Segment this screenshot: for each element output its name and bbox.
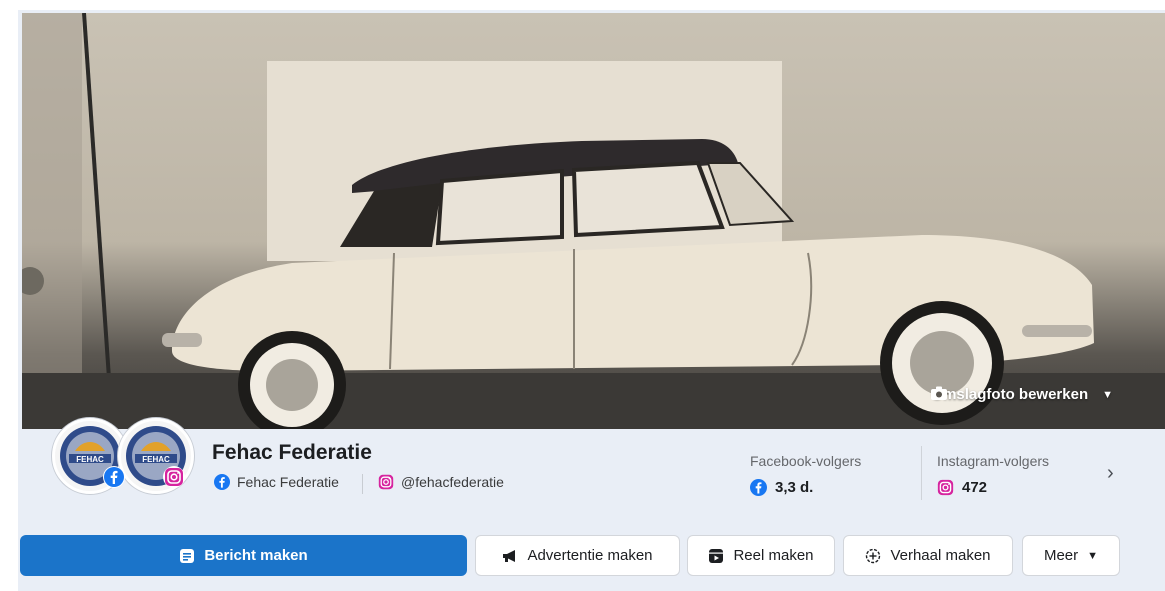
cover-car-illustration (22, 13, 1165, 429)
instagram-badge-icon (163, 466, 185, 488)
create-post-button[interactable]: Bericht maken (20, 535, 467, 576)
create-story-label: Verhaal maken (890, 547, 991, 564)
instagram-account-link[interactable]: @fehacfederatie (378, 474, 504, 490)
story-icon (866, 548, 881, 563)
post-icon (180, 548, 195, 563)
edit-cover-button[interactable]: Omslagfoto bewerken ▼ (931, 386, 1113, 403)
more-label: Meer (1043, 547, 1079, 564)
facebook-followers-count: 3,3 d. (775, 479, 814, 496)
caret-down-icon: ▼ (1087, 549, 1099, 562)
create-story-button[interactable]: Verhaal maken (843, 535, 1013, 576)
chevron-right-icon[interactable]: › (1107, 462, 1114, 485)
create-post-label: Bericht maken (204, 547, 308, 564)
facebook-account-name: Fehac Federatie (237, 474, 339, 490)
cover-photo[interactable]: Omslagfoto bewerken ▼ (22, 13, 1165, 429)
page-title[interactable]: Fehac Federatie (212, 441, 372, 465)
caret-down-icon: ▼ (1102, 388, 1113, 401)
svg-text:FEHAC: FEHAC (142, 455, 170, 464)
create-ad-label: Advertentie maken (527, 547, 653, 564)
instagram-followers-count: 472 (962, 479, 988, 496)
create-reel-label: Reel maken (733, 547, 814, 564)
facebook-icon (214, 474, 230, 490)
instagram-followers-label: Instagram-volgers (937, 453, 1050, 469)
stats-divider (921, 446, 922, 500)
reel-icon (709, 548, 724, 563)
divider (362, 474, 363, 494)
more-button[interactable]: Meer ▼ (1022, 535, 1120, 576)
create-reel-button[interactable]: Reel maken (687, 535, 835, 576)
instagram-icon (937, 479, 954, 496)
instagram-icon (378, 474, 394, 490)
facebook-account-link[interactable]: Fehac Federatie (214, 474, 339, 490)
instagram-account-name: @fehacfederatie (401, 474, 504, 490)
facebook-badge-icon (103, 466, 125, 488)
facebook-followers-value: 3,3 d. (750, 479, 813, 496)
create-ad-button[interactable]: Advertentie maken (475, 535, 680, 576)
facebook-icon (750, 479, 767, 496)
camera-icon (931, 386, 948, 400)
megaphone-icon (503, 549, 516, 562)
facebook-followers-label: Facebook-volgers (750, 453, 862, 469)
svg-text:FEHAC: FEHAC (76, 455, 104, 464)
edit-cover-label: Omslagfoto bewerken (931, 386, 1089, 403)
instagram-followers-value: 472 (937, 479, 987, 496)
